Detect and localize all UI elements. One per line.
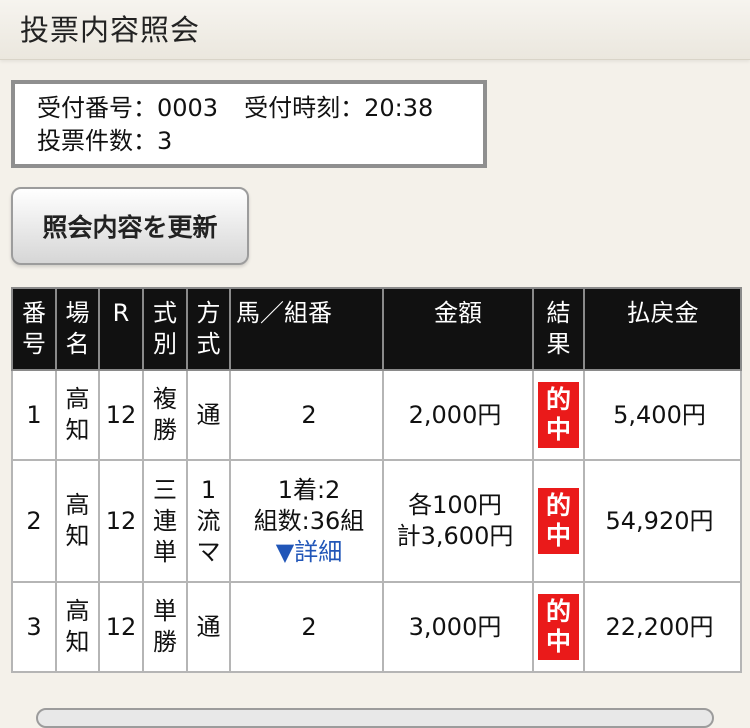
header-horse: 馬／組番 (229, 287, 384, 371)
vote-count: 投票件数：3 (37, 127, 173, 155)
table-header-row: 番号 場名 R 式別 方式 馬／組番 金額 結果 払戻金 (11, 287, 742, 371)
app-header: 投票内容照会 (0, 0, 750, 60)
cell-method: 1流マ (186, 459, 231, 583)
cell-payout: 5,400円 (583, 369, 742, 461)
hit-badge: 的中 (538, 594, 579, 660)
cell-number: 2 (11, 459, 57, 583)
cell-horse: 1着:2 組数:36組 ▼詳細 (229, 459, 384, 583)
cell-amount: 3,000円 (382, 581, 534, 673)
header-result: 結果 (532, 287, 585, 371)
header-method: 方式 (186, 287, 231, 371)
cell-number: 3 (11, 581, 57, 673)
header-number: 番号 (11, 287, 57, 371)
cell-method: 通 (186, 369, 231, 461)
cell-bet-type: 単勝 (142, 581, 188, 673)
cell-payout: 54,920円 (583, 459, 742, 583)
table-row: 3 高知 12 単勝 通 2 3,000円 的中 22,200円 (11, 581, 742, 673)
cell-race: 12 (98, 581, 144, 673)
cell-horse: 2 (229, 581, 384, 673)
header-payout: 払戻金 (583, 287, 742, 371)
cell-payout: 22,200円 (583, 581, 742, 673)
header-amount: 金額 (382, 287, 534, 371)
cell-method: 通 (186, 581, 231, 673)
hit-badge: 的中 (538, 488, 579, 554)
cell-venue: 高知 (55, 459, 100, 583)
hit-badge: 的中 (538, 382, 579, 448)
cell-race: 12 (98, 369, 144, 461)
cell-result: 的中 (532, 459, 585, 583)
cell-bet-type: 三連単 (142, 459, 188, 583)
header-bet-type: 式別 (142, 287, 188, 371)
cell-number: 1 (11, 369, 57, 461)
refresh-button[interactable]: 照会内容を更新 (11, 187, 249, 265)
detail-link[interactable]: ▼詳細 (236, 537, 382, 568)
cell-amount: 2,000円 (382, 369, 534, 461)
cell-result: 的中 (532, 581, 585, 673)
receipt-info-box: 受付番号：0003 受付時刻：20:38 投票件数：3 (11, 80, 487, 168)
cell-venue: 高知 (55, 369, 100, 461)
receipt-time: 受付時刻：20:38 (244, 94, 434, 122)
header-venue: 場名 (55, 287, 100, 371)
receipt-number: 受付番号：0003 (37, 94, 219, 122)
vote-table: 番号 場名 R 式別 方式 馬／組番 金額 結果 払戻金 1 高知 12 複勝 … (11, 287, 742, 673)
header-race: R (98, 287, 144, 371)
cell-bet-type: 複勝 (142, 369, 188, 461)
cell-race: 12 (98, 459, 144, 583)
table-row: 2 高知 12 三連単 1流マ 1着:2 組数:36組 ▼詳細 各100円 計3,60… (11, 459, 742, 583)
cell-horse: 2 (229, 369, 384, 461)
table-row: 1 高知 12 複勝 通 2 2,000円 的中 5,400円 (11, 369, 742, 461)
page-title: 投票内容照会 (20, 13, 201, 47)
receipt-info-line-1: 受付番号：0003 受付時刻：20:38 (37, 92, 483, 125)
cell-amount: 各100円 計3,600円 (382, 459, 534, 583)
cell-result: 的中 (532, 369, 585, 461)
cell-venue: 高知 (55, 581, 100, 673)
bottom-button-edge[interactable] (36, 708, 714, 728)
